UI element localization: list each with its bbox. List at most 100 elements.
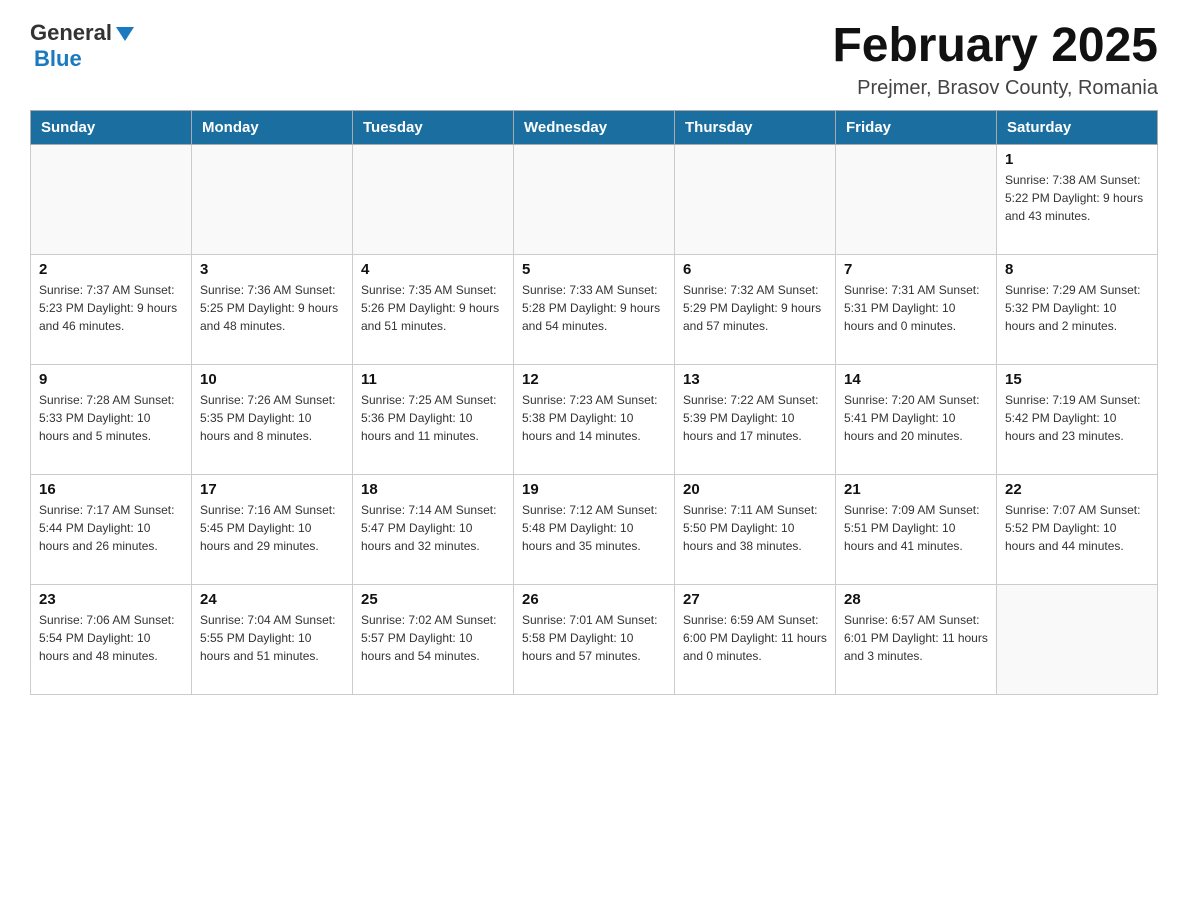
calendar-cell: 10 Sunrise: 7:26 AM Sunset: 5:35 PM Dayli… [192, 364, 353, 474]
day-info: Sunrise: 7:38 AM Sunset: 5:22 PM Dayligh… [1005, 171, 1149, 225]
day-number: 1 [1005, 151, 1149, 168]
calendar-cell: 24 Sunrise: 7:04 AM Sunset: 5:55 PM Dayli… [192, 584, 353, 694]
day-number: 2 [39, 261, 183, 278]
calendar-table: SundayMondayTuesdayWednesdayThursdayFrid… [30, 110, 1158, 695]
calendar-cell [192, 144, 353, 254]
calendar-cell: 6 Sunrise: 7:32 AM Sunset: 5:29 PM Daylig… [675, 254, 836, 364]
calendar-week-row: 2 Sunrise: 7:37 AM Sunset: 5:23 PM Daylig… [31, 254, 1158, 364]
day-number: 12 [522, 371, 666, 388]
calendar-cell: 13 Sunrise: 7:22 AM Sunset: 5:39 PM Dayli… [675, 364, 836, 474]
day-number: 27 [683, 591, 827, 608]
day-number: 4 [361, 261, 505, 278]
weekday-header-sunday: Sunday [31, 110, 192, 144]
calendar-cell: 23Sunrise: 7:06 AM Sunset: 5:54 PM Dayli… [31, 584, 192, 694]
weekday-header-tuesday: Tuesday [353, 110, 514, 144]
day-info: Sunrise: 7:25 AM Sunset: 5:36 PM Dayligh… [361, 391, 505, 445]
day-number: 20 [683, 481, 827, 498]
logo-general-text: General [30, 20, 112, 46]
calendar-cell: 22 Sunrise: 7:07 AM Sunset: 5:52 PM Dayli… [997, 474, 1158, 584]
day-info: Sunrise: 7:06 AM Sunset: 5:54 PM Dayligh… [39, 611, 183, 665]
day-info: Sunrise: 7:04 AM Sunset: 5:55 PM Dayligh… [200, 611, 344, 665]
day-number: 7 [844, 261, 988, 278]
day-number: 11 [361, 371, 505, 388]
calendar-cell: 17Sunrise: 7:16 AM Sunset: 5:45 PM Dayli… [192, 474, 353, 584]
day-info: Sunrise: 7:14 AM Sunset: 5:47 PM Dayligh… [361, 501, 505, 555]
weekday-header-saturday: Saturday [997, 110, 1158, 144]
weekday-header-wednesday: Wednesday [514, 110, 675, 144]
title-block: February 2025 Prejmer, Brasov County, Ro… [832, 20, 1158, 100]
calendar-cell [353, 144, 514, 254]
calendar-cell [514, 144, 675, 254]
calendar-week-row: 9 Sunrise: 7:28 AM Sunset: 5:33 PM Daylig… [31, 364, 1158, 474]
calendar-cell: 12 Sunrise: 7:23 AM Sunset: 5:38 PM Dayli… [514, 364, 675, 474]
day-info: Sunrise: 7:36 AM Sunset: 5:25 PM Dayligh… [200, 281, 344, 335]
calendar-cell: 25 Sunrise: 7:02 AM Sunset: 5:57 PM Dayli… [353, 584, 514, 694]
day-number: 22 [1005, 481, 1149, 498]
day-number: 21 [844, 481, 988, 498]
day-number: 28 [844, 591, 988, 608]
day-info: Sunrise: 7:22 AM Sunset: 5:39 PM Dayligh… [683, 391, 827, 445]
calendar-cell: 18 Sunrise: 7:14 AM Sunset: 5:47 PM Dayli… [353, 474, 514, 584]
day-info: Sunrise: 6:59 AM Sunset: 6:00 PM Dayligh… [683, 611, 827, 665]
day-info: Sunrise: 7:37 AM Sunset: 5:23 PM Dayligh… [39, 281, 183, 335]
day-info: Sunrise: 7:23 AM Sunset: 5:38 PM Dayligh… [522, 391, 666, 445]
day-number: 15 [1005, 371, 1149, 388]
calendar-cell [31, 144, 192, 254]
day-info: Sunrise: 7:01 AM Sunset: 5:58 PM Dayligh… [522, 611, 666, 665]
calendar-cell: 28 Sunrise: 6:57 AM Sunset: 6:01 PM Dayli… [836, 584, 997, 694]
weekday-header-friday: Friday [836, 110, 997, 144]
day-info: Sunrise: 7:07 AM Sunset: 5:52 PM Dayligh… [1005, 501, 1149, 555]
logo: General Blue [30, 20, 136, 72]
calendar-cell: 8Sunrise: 7:29 AM Sunset: 5:32 PM Daylig… [997, 254, 1158, 364]
calendar-cell: 2 Sunrise: 7:37 AM Sunset: 5:23 PM Daylig… [31, 254, 192, 364]
calendar-cell: 3 Sunrise: 7:36 AM Sunset: 5:25 PM Daylig… [192, 254, 353, 364]
day-number: 3 [200, 261, 344, 278]
calendar-cell: 4 Sunrise: 7:35 AM Sunset: 5:26 PM Daylig… [353, 254, 514, 364]
calendar-cell [997, 584, 1158, 694]
day-number: 19 [522, 481, 666, 498]
day-info: Sunrise: 7:19 AM Sunset: 5:42 PM Dayligh… [1005, 391, 1149, 445]
day-info: Sunrise: 7:31 AM Sunset: 5:31 PM Dayligh… [844, 281, 988, 335]
day-number: 5 [522, 261, 666, 278]
day-number: 13 [683, 371, 827, 388]
day-number: 14 [844, 371, 988, 388]
logo-blue-text: Blue [34, 46, 82, 71]
calendar-week-row: 1 Sunrise: 7:38 AM Sunset: 5:22 PM Daylig… [31, 144, 1158, 254]
day-info: Sunrise: 7:32 AM Sunset: 5:29 PM Dayligh… [683, 281, 827, 335]
logo-triangle-icon [114, 23, 136, 45]
day-info: Sunrise: 7:26 AM Sunset: 5:35 PM Dayligh… [200, 391, 344, 445]
day-number: 18 [361, 481, 505, 498]
calendar-cell: 19Sunrise: 7:12 AM Sunset: 5:48 PM Dayli… [514, 474, 675, 584]
day-info: Sunrise: 7:29 AM Sunset: 5:32 PM Dayligh… [1005, 281, 1149, 335]
day-info: Sunrise: 7:28 AM Sunset: 5:33 PM Dayligh… [39, 391, 183, 445]
calendar-cell: 1 Sunrise: 7:38 AM Sunset: 5:22 PM Daylig… [997, 144, 1158, 254]
weekday-header-thursday: Thursday [675, 110, 836, 144]
day-number: 25 [361, 591, 505, 608]
day-info: Sunrise: 7:09 AM Sunset: 5:51 PM Dayligh… [844, 501, 988, 555]
day-number: 26 [522, 591, 666, 608]
month-title: February 2025 [832, 20, 1158, 73]
day-number: 9 [39, 371, 183, 388]
calendar-week-row: 16 Sunrise: 7:17 AM Sunset: 5:44 PM Dayli… [31, 474, 1158, 584]
calendar-cell: 27 Sunrise: 6:59 AM Sunset: 6:00 PM Dayli… [675, 584, 836, 694]
page-header: General Blue February 2025 Prejmer, Bras… [30, 20, 1158, 100]
day-number: 16 [39, 481, 183, 498]
calendar-cell: 16 Sunrise: 7:17 AM Sunset: 5:44 PM Dayli… [31, 474, 192, 584]
calendar-week-row: 23Sunrise: 7:06 AM Sunset: 5:54 PM Dayli… [31, 584, 1158, 694]
day-number: 6 [683, 261, 827, 278]
day-info: Sunrise: 7:11 AM Sunset: 5:50 PM Dayligh… [683, 501, 827, 555]
day-info: Sunrise: 6:57 AM Sunset: 6:01 PM Dayligh… [844, 611, 988, 665]
calendar-cell: 9 Sunrise: 7:28 AM Sunset: 5:33 PM Daylig… [31, 364, 192, 474]
weekday-header-monday: Monday [192, 110, 353, 144]
day-info: Sunrise: 7:02 AM Sunset: 5:57 PM Dayligh… [361, 611, 505, 665]
day-number: 24 [200, 591, 344, 608]
calendar-header-row: SundayMondayTuesdayWednesdayThursdayFrid… [31, 110, 1158, 144]
day-info: Sunrise: 7:17 AM Sunset: 5:44 PM Dayligh… [39, 501, 183, 555]
calendar-cell: 21 Sunrise: 7:09 AM Sunset: 5:51 PM Dayli… [836, 474, 997, 584]
day-number: 17 [200, 481, 344, 498]
day-info: Sunrise: 7:35 AM Sunset: 5:26 PM Dayligh… [361, 281, 505, 335]
day-number: 10 [200, 371, 344, 388]
calendar-cell: 11 Sunrise: 7:25 AM Sunset: 5:36 PM Dayli… [353, 364, 514, 474]
calendar-cell: 20 Sunrise: 7:11 AM Sunset: 5:50 PM Dayli… [675, 474, 836, 584]
day-info: Sunrise: 7:20 AM Sunset: 5:41 PM Dayligh… [844, 391, 988, 445]
